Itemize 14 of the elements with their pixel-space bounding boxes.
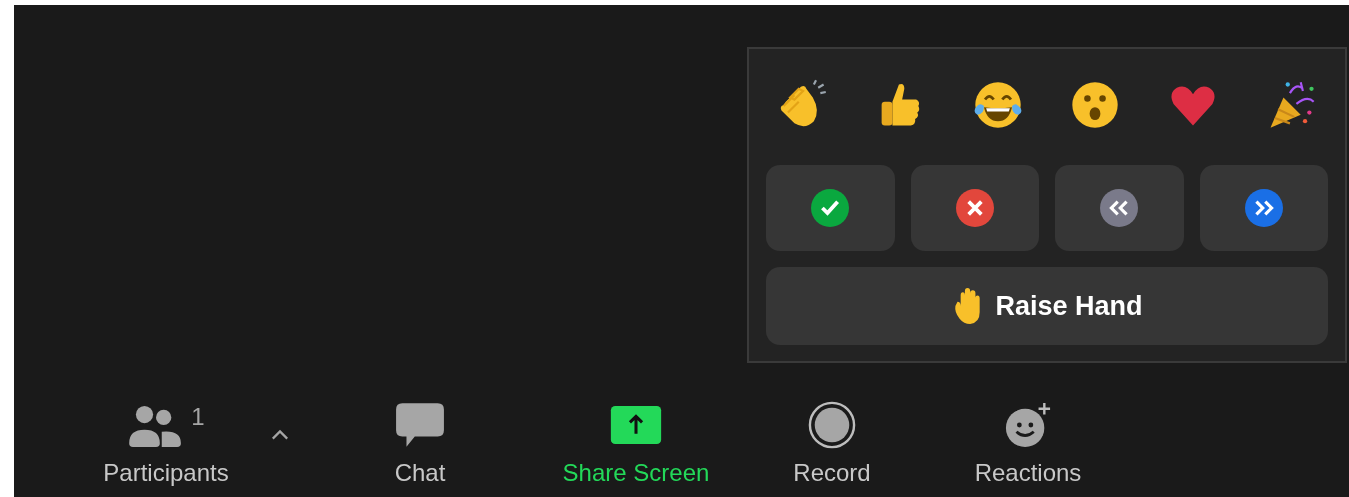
record-icon[interactable] (806, 401, 858, 449)
toolbar-label[interactable]: Reactions (974, 459, 1082, 487)
toolbar-label[interactable]: Record (793, 459, 871, 487)
participant-count: 1 (191, 403, 205, 431)
caret-icon[interactable] (271, 429, 289, 441)
feedback-button[interactable] (1199, 165, 1328, 251)
speech-bubble-icon[interactable] (394, 401, 446, 449)
feedback-button[interactable] (1055, 165, 1184, 251)
feedback-button[interactable] (766, 165, 895, 251)
toolbar-label[interactable]: Chat (394, 459, 446, 487)
raise-hand-button[interactable]: Raise Hand (766, 267, 1328, 345)
toolbar-label[interactable]: Share Screen (562, 459, 710, 487)
feedback-button[interactable] (910, 165, 1039, 251)
toolbar-label[interactable]: Participants (103, 459, 229, 487)
